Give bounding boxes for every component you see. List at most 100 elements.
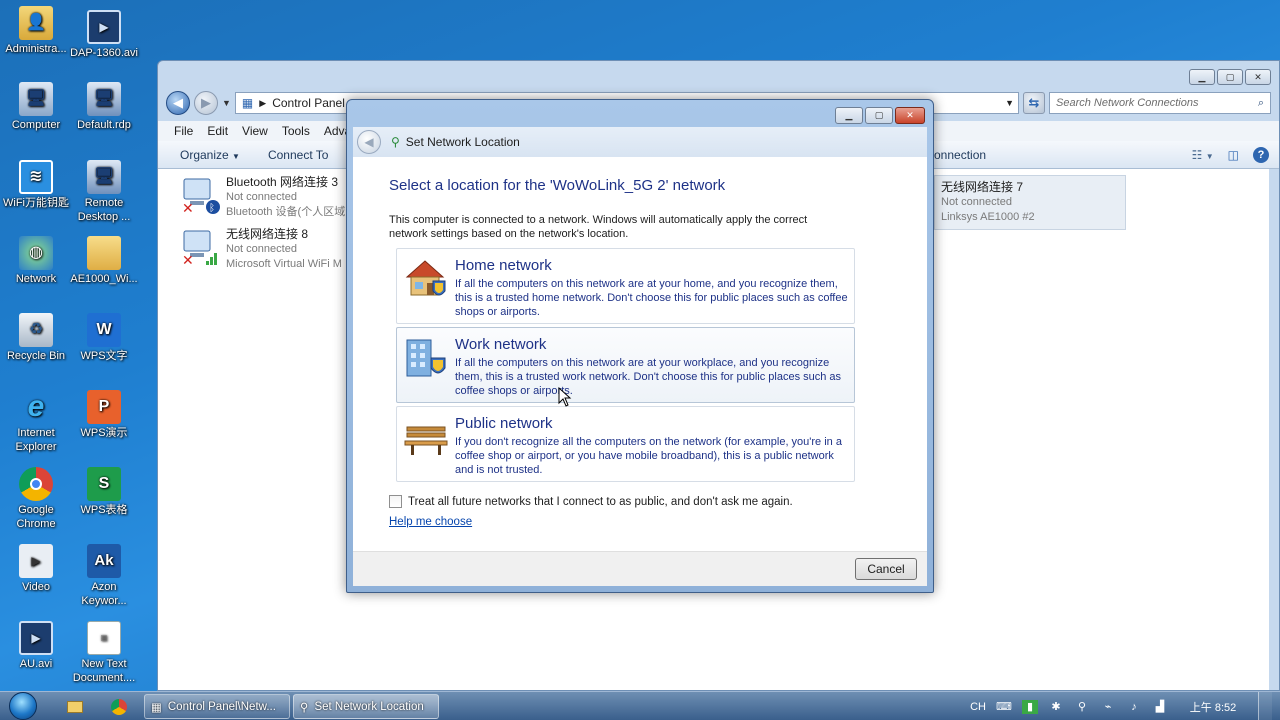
connection-device: Bluetooth 设备(个人区域 [226,206,346,218]
address-dropdown-icon[interactable]: ▼ [1005,98,1018,108]
change-view-icon[interactable]: ☷ ▼ [1192,148,1214,162]
control-panel-icon: ▦ [151,701,162,714]
clock[interactable]: 上午 8:52 [1178,699,1248,715]
desktop-icon-google-chrome[interactable]: Google Chrome [0,467,72,531]
network-icon: ⚲ [391,135,400,149]
taskbar-control-panel[interactable]: ▦ Control Panel\Netw... [144,694,290,719]
cancel-button[interactable]: Cancel [855,558,917,580]
dialog-header: ◀ ⚲ Set Network Location [353,127,927,157]
desktop-icon-recycle-bin[interactable]: ♻ Recycle Bin [0,313,72,363]
desktop-icon-ae1000[interactable]: AE1000_Wi... [68,236,140,286]
desktop-icon-remote-desktop[interactable]: 🖥 Remote Desktop ... [68,160,140,224]
desktop-icon-label: Network [15,273,57,285]
bluetooth-icon[interactable]: ✱ [1048,700,1064,714]
svg-text:ᛒ: ᛒ [209,203,215,214]
desktop-icon-new-text-document[interactable]: ≡ New Text Document.... [68,621,140,685]
search-placeholder: Search Network Connections [1056,97,1199,109]
usb-icon[interactable]: ⌁ [1100,700,1116,714]
desktop-icon-internet-explorer[interactable]: e Internet Explorer [0,390,72,454]
chevron-down-icon[interactable]: ▼ [222,98,231,108]
connection-name: Bluetooth 网络连接 3 [226,175,339,189]
menu-file[interactable]: File [174,124,193,138]
preview-pane-icon[interactable]: ◫ [1228,148,1239,162]
desktop-icon-network[interactable]: ◍ Network [0,236,72,286]
chrome-icon [111,698,127,715]
help-icon[interactable]: ? [1253,147,1269,163]
computer-icon: 🖥 [19,82,53,116]
option-title: Work network [455,336,547,353]
minimize-button[interactable]: ▁ [1189,69,1215,85]
desktop-icon-video[interactable]: ▶ Video [0,544,72,594]
menu-edit[interactable]: Edit [207,124,228,138]
desktop-icon-au-avi[interactable]: ▶ AU.avi [0,621,72,671]
connection-item[interactable]: ✕ ᛒ Bluetooth 网络连接 3 Not connected Bluet… [180,175,345,220]
dialog-back-button[interactable]: ◀ [357,130,381,154]
dialog-intro: This computer is connected to a network.… [389,214,808,240]
public-network-option[interactable]: Public network If you don't recognize al… [396,406,855,482]
taskbar-label: Set Network Location [314,700,424,713]
dialog-close-button[interactable]: ✕ [895,107,925,124]
explorer-quicklaunch[interactable] [60,696,90,717]
maximize-button[interactable]: ▢ [1217,69,1243,85]
work-network-option[interactable]: Work network If all the computers on thi… [396,327,855,403]
back-button[interactable]: ◀ [166,91,190,115]
park-bench-icon [403,413,449,459]
desktop-icon-dap1360[interactable]: ▶ DAP-1360.avi [68,10,140,60]
refresh-button[interactable]: ⇆ [1023,92,1045,114]
language-indicator[interactable]: CH [970,701,986,713]
desktop-icon-label: WPS文字 [80,350,128,362]
volume-icon[interactable]: ♪ [1126,700,1142,714]
breadcrumb[interactable]: Control Panel [272,96,345,110]
home-network-option[interactable]: Home network If all the computers on thi… [396,248,855,324]
user-folder-icon: 👤 [19,6,53,40]
desktop-icon-label: Recycle Bin [6,350,66,362]
option-title: Home network [455,257,552,274]
chrome-quicklaunch[interactable] [104,696,134,717]
desktop-icon-azon[interactable]: Ak Azon Keywor... [68,544,140,608]
dialog-caption-buttons: ▁ ▢ ✕ [835,107,925,124]
office-building-icon [403,334,449,380]
wifi-signal-icon[interactable]: ▟ [1152,700,1168,714]
rename-connection-button[interactable]: onnection [934,148,986,162]
azon-icon: Ak [87,544,121,578]
search-input[interactable]: Search Network Connections ⌕ [1049,92,1271,114]
help-me-choose-link[interactable]: Help me choose [389,516,472,528]
start-button[interactable] [4,692,42,720]
dialog-minimize-button[interactable]: ▁ [835,107,863,124]
option-description: If all the computers on this network are… [455,357,842,397]
treat-as-public-checkbox[interactable] [389,495,402,508]
search-icon[interactable]: ⌕ [1258,97,1264,110]
wps-writer-icon: W [87,313,121,347]
desktop-icon-wps-presentation[interactable]: P WPS演示 [68,390,140,440]
video-shortcut-icon: ▶ [19,544,53,578]
breadcrumb-separator-icon: ▶ [259,97,267,108]
taskbar-label: Control Panel\Netw... [167,700,276,713]
option-description: If you don't recognize all the computers… [455,436,842,476]
connection-name: 无线网络连接 8 [226,227,309,241]
connect-to-button[interactable]: Connect To [268,148,329,162]
taskbar-set-network-location[interactable]: ⚲ Set Network Location [293,694,439,719]
show-desktop-button[interactable] [1258,692,1272,720]
desktop-icon-default-rdp[interactable]: 🖥 Default.rdp [68,82,140,132]
desktop-icon-wps-spreadsheet[interactable]: S WPS表格 [68,467,140,517]
menu-tools[interactable]: Tools [282,124,310,138]
desktop-icon-computer[interactable]: 🖥 Computer [0,82,72,132]
wifi-key-icon: ≋ [19,160,53,194]
treat-as-public-label[interactable]: Treat all future networks that I connect… [408,496,793,508]
close-button[interactable]: ✕ [1245,69,1271,85]
dialog-maximize-button[interactable]: ▢ [865,107,893,124]
network-tray-icon[interactable]: ⚲ [1074,700,1090,714]
desktop-icon-wifi-key[interactable]: ≋ WiFi万能钥匙 [0,160,72,210]
forward-button[interactable]: ▶ [194,91,218,115]
desktop-icon-label: Computer [11,119,61,131]
treat-as-public-row: Treat all future networks that I connect… [389,495,793,508]
desktop-icon-wps-writer[interactable]: W WPS文字 [68,313,140,363]
organize-button[interactable]: Organize ▼ [180,148,240,162]
signal-icon[interactable]: ▮ [1022,699,1038,714]
connection-item-selected[interactable]: 无线网络连接 7 Not connected Linksys AE1000 #2 [934,175,1126,230]
menu-view[interactable]: View [242,124,268,138]
keyboard-icon[interactable]: ⌨ [996,700,1012,714]
svg-text:✕: ✕ [182,201,194,215]
connection-item[interactable]: ✕ 无线网络连接 8 Not connected Microsoft Virtu… [180,227,342,272]
desktop-icon-administrator[interactable]: 👤 Administra... [0,6,72,56]
